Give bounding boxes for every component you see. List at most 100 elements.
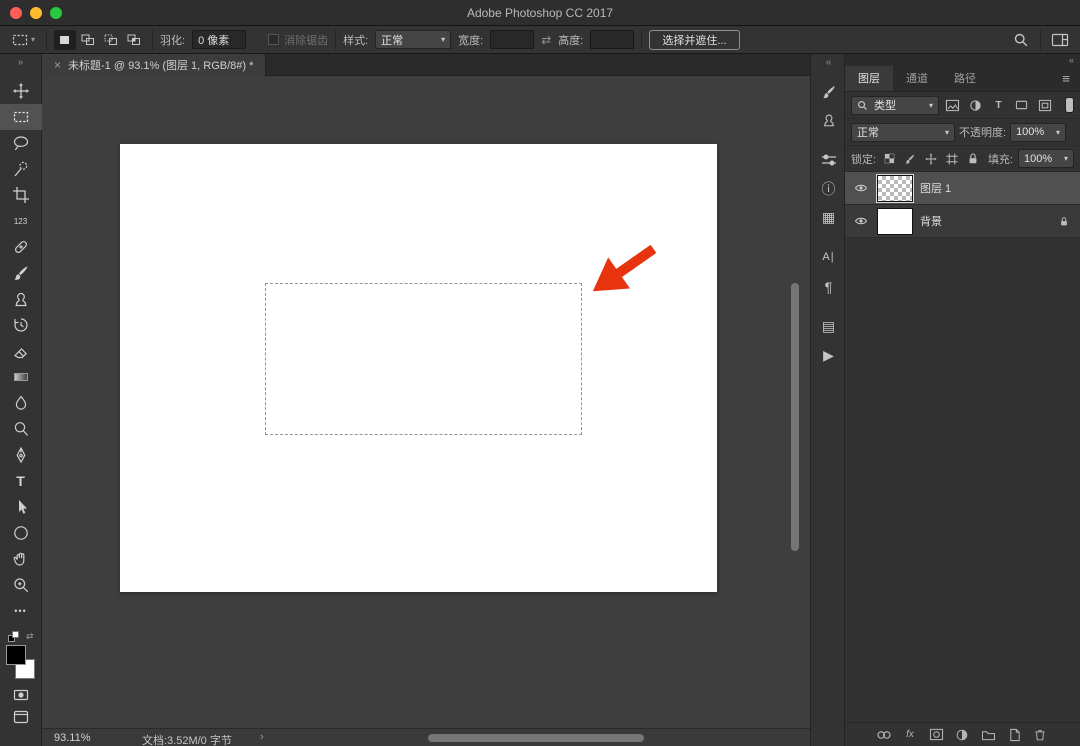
- antialias-checkbox[interactable]: 消除锯齿: [268, 32, 328, 48]
- opacity-select[interactable]: 100% ▾: [1010, 122, 1067, 142]
- fullscreen-window-button[interactable]: [50, 7, 62, 19]
- quick-mask-button[interactable]: [0, 684, 42, 706]
- lock-artboard-button[interactable]: [944, 152, 960, 166]
- opacity-value: 100%: [1016, 126, 1045, 138]
- lock-label: 锁定:: [851, 153, 877, 166]
- character-panel-icon[interactable]: A|: [811, 245, 846, 269]
- intersect-selection-button[interactable]: [123, 30, 145, 50]
- layer-filter-toggle[interactable]: [1065, 97, 1074, 113]
- minimize-window-button[interactable]: [30, 7, 42, 19]
- horizontal-type-tool[interactable]: T: [0, 468, 42, 494]
- collapse-panels-button[interactable]: «: [845, 54, 1080, 66]
- feather-input[interactable]: [192, 30, 247, 49]
- crop-tool[interactable]: [0, 182, 42, 208]
- adjustment-layer-filter-icon[interactable]: [966, 97, 985, 114]
- layer-row-background[interactable]: 背景: [845, 205, 1080, 238]
- filter-kind-select[interactable]: 类型 ▾: [851, 95, 939, 115]
- ellipse-tool[interactable]: [0, 520, 42, 546]
- default-colors-button[interactable]: [7, 630, 19, 642]
- clone-source-panel-icon[interactable]: [811, 108, 846, 132]
- tools-panel: » 123 T ••• ⇄: [0, 54, 42, 746]
- link-layers-button[interactable]: [876, 727, 892, 743]
- tab-channels[interactable]: 通道: [893, 66, 941, 91]
- new-adjustment-layer-button[interactable]: [954, 727, 970, 743]
- fill-select[interactable]: 100% ▾: [1018, 149, 1074, 168]
- layer-style-button[interactable]: fx: [902, 727, 918, 743]
- subtract-from-selection-button[interactable]: [100, 30, 122, 50]
- style-label: 样式:: [343, 34, 369, 47]
- tab-paths[interactable]: 路径: [941, 66, 989, 91]
- layer-row-1[interactable]: 图层 1: [845, 172, 1080, 205]
- style-select[interactable]: 正常 ▾: [375, 30, 452, 49]
- paragraph-panel-icon[interactable]: ¶: [811, 275, 846, 299]
- brush-tool[interactable]: [0, 260, 42, 286]
- lock-image-pixels-button[interactable]: [902, 152, 918, 166]
- tab-layers[interactable]: 图层: [845, 66, 893, 91]
- new-selection-button[interactable]: [54, 29, 77, 50]
- panel-menu-icon[interactable]: ≡: [1052, 66, 1080, 91]
- swap-width-height-button[interactable]: ⇄: [541, 33, 551, 47]
- tab-close-icon[interactable]: ×: [54, 58, 61, 72]
- tool-preset-picker[interactable]: ▾: [8, 31, 39, 49]
- search-button[interactable]: [1009, 29, 1033, 51]
- path-selection-tool[interactable]: [0, 494, 42, 520]
- lasso-tool[interactable]: [0, 130, 42, 156]
- horizontal-scrollbar[interactable]: [428, 734, 644, 742]
- timeline-panel-icon[interactable]: ▶: [811, 343, 846, 367]
- lock-all-button[interactable]: [965, 152, 981, 166]
- document-canvas[interactable]: [120, 144, 717, 592]
- properties-panel-icon[interactable]: [811, 148, 846, 172]
- clone-stamp-tool[interactable]: [0, 286, 42, 312]
- info-panel-icon[interactable]: ⓘ: [811, 177, 846, 201]
- zoom-level-field[interactable]: 93.11%: [54, 732, 91, 744]
- smart-object-filter-icon[interactable]: [1035, 97, 1054, 114]
- divider: [46, 29, 48, 50]
- spot-healing-brush-tool[interactable]: [0, 234, 42, 260]
- expand-tools-button[interactable]: »: [0, 54, 41, 70]
- blur-tool[interactable]: [0, 390, 42, 416]
- expand-dock-button[interactable]: «: [811, 57, 846, 68]
- status-expander-icon[interactable]: ›: [260, 731, 264, 743]
- delete-layer-button[interactable]: [1032, 727, 1048, 743]
- canvas-area[interactable]: [42, 76, 810, 728]
- swap-colors-button[interactable]: ⇄: [26, 631, 34, 642]
- zoom-tool[interactable]: [0, 572, 42, 598]
- lock-transparent-pixels-button[interactable]: [881, 152, 897, 166]
- history-brush-tool[interactable]: [0, 312, 42, 338]
- close-window-button[interactable]: [10, 7, 22, 19]
- vertical-scrollbar[interactable]: [791, 283, 799, 551]
- gradient-tool[interactable]: [0, 364, 42, 390]
- move-tool[interactable]: [0, 78, 42, 104]
- add-to-selection-button[interactable]: [77, 30, 99, 50]
- rectangular-marquee-tool[interactable]: [0, 104, 42, 130]
- layer-thumbnail[interactable]: [877, 207, 913, 235]
- layer-thumbnail[interactable]: [876, 173, 914, 203]
- width-input[interactable]: [490, 30, 535, 49]
- quick-selection-tool[interactable]: [0, 156, 42, 182]
- hand-tool[interactable]: [0, 546, 42, 572]
- pixel-layer-filter-icon[interactable]: [943, 97, 962, 114]
- dodge-tool[interactable]: [0, 416, 42, 442]
- count-tool[interactable]: 123: [0, 208, 42, 234]
- height-input[interactable]: [590, 30, 635, 49]
- layer-visibility-toggle[interactable]: [852, 216, 870, 226]
- screen-mode-button[interactable]: [0, 706, 42, 728]
- new-layer-button[interactable]: [1006, 727, 1022, 743]
- foreground-color-swatch[interactable]: [5, 645, 26, 665]
- workspace-switcher-button[interactable]: [1048, 29, 1072, 51]
- layer-comps-panel-icon[interactable]: ▤: [811, 314, 846, 338]
- add-layer-mask-button[interactable]: [928, 727, 944, 743]
- new-group-button[interactable]: [980, 727, 996, 743]
- lock-position-button[interactable]: [923, 152, 939, 166]
- blend-mode-select[interactable]: 正常 ▾: [851, 122, 955, 142]
- eraser-tool[interactable]: [0, 338, 42, 364]
- type-layer-filter-icon[interactable]: T: [989, 97, 1008, 114]
- select-and-mask-button[interactable]: 选择并遮住...: [649, 29, 740, 50]
- shape-layer-filter-icon[interactable]: [1012, 97, 1031, 114]
- edit-toolbar-button[interactable]: •••: [0, 598, 42, 624]
- document-tab[interactable]: × 未标题-1 @ 93.1% (图层 1, RGB/8#) *: [42, 54, 267, 76]
- pen-tool[interactable]: [0, 442, 42, 468]
- brush-settings-panel-icon[interactable]: [811, 80, 846, 104]
- histogram-panel-icon[interactable]: ▦: [811, 205, 846, 229]
- layer-visibility-toggle[interactable]: [852, 183, 870, 193]
